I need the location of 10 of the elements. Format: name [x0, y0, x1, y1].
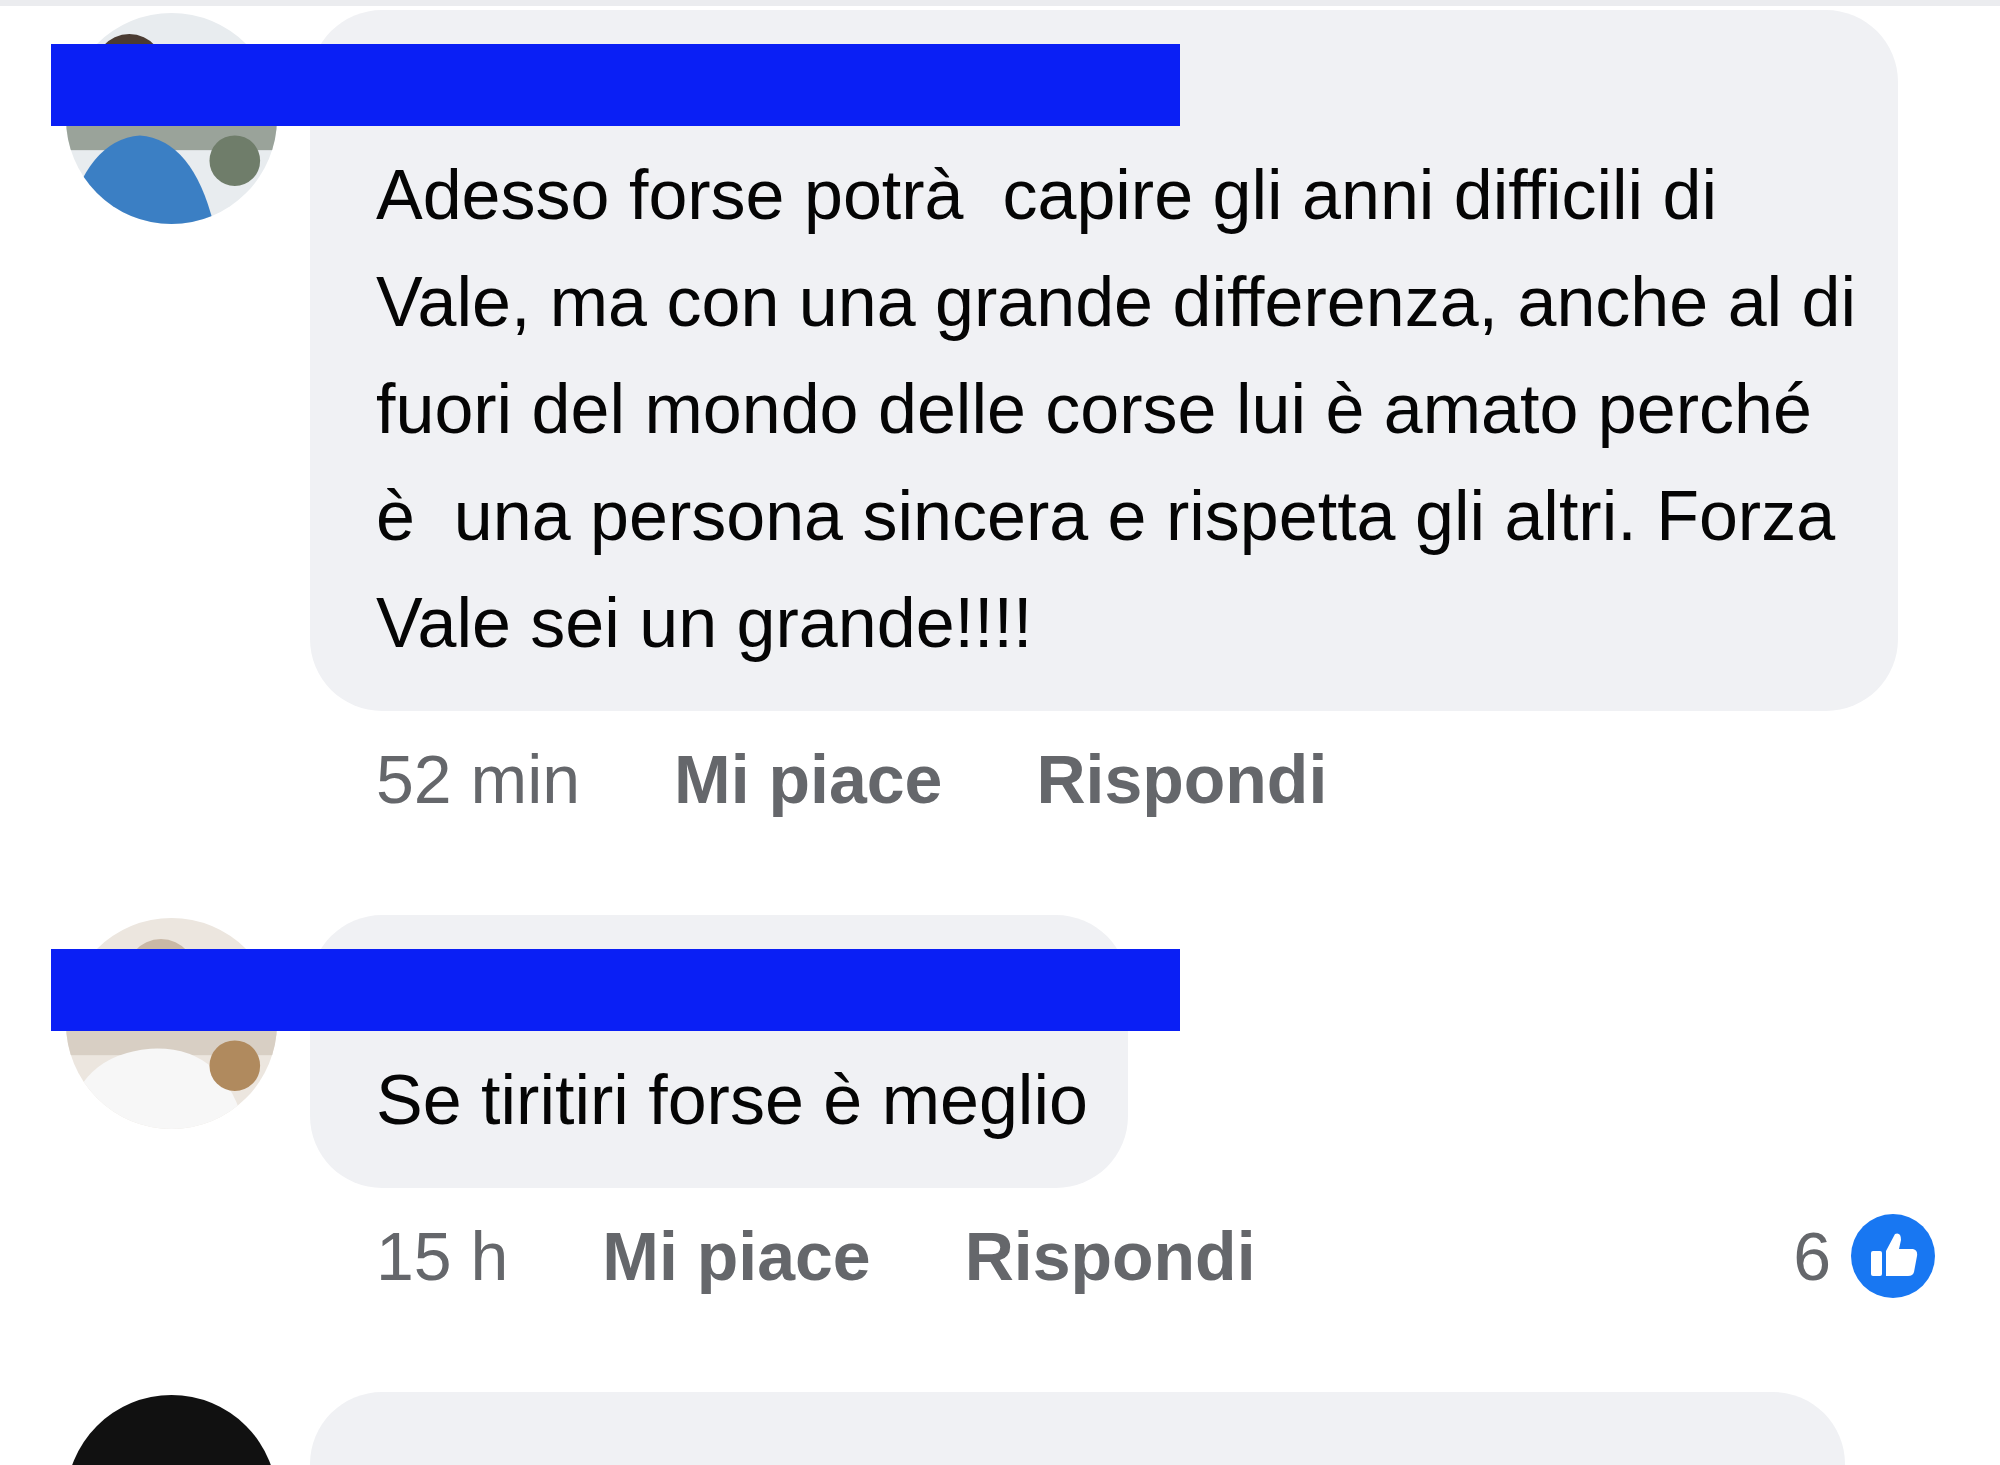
comment-time: 52 min	[376, 740, 581, 818]
thumbs-up-icon	[1851, 1214, 1935, 1298]
like-link[interactable]: Mi piace	[674, 740, 943, 818]
reply-link[interactable]: Rispondi	[964, 1217, 1256, 1295]
like-link[interactable]: Mi piace	[602, 1217, 871, 1295]
comment-time: 15 h	[376, 1217, 509, 1295]
reply-link[interactable]: Rispondi	[1036, 740, 1328, 818]
comment-text: Adesso forse potrà capire gli anni difficili di Vale, ma con una grande differenza, anche al di fuori del mondo delle corse lui è amato perché è una persona sincera e rispetta gli altri. Forza Vale sei un grande!!!!	[376, 155, 1858, 664]
comment-text: Se tiritiri forse è meglio	[376, 1060, 1088, 1141]
reaction-count: 6	[1793, 1217, 1831, 1295]
